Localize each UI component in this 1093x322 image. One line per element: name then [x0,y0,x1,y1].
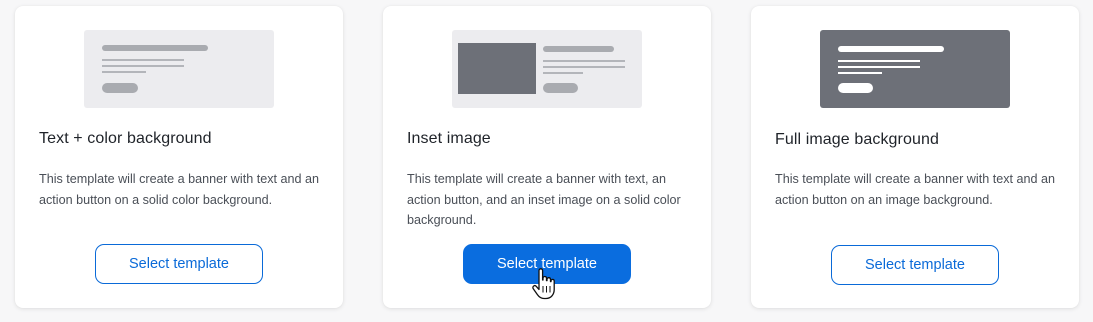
hand-pointer-icon [532,268,555,300]
thumbnail-button-placeholder [543,83,578,93]
thumbnail-headline-placeholder [543,46,614,52]
template-card-full-image: Full image background This template will… [751,6,1079,308]
thumbnail-image-placeholder [458,43,536,94]
thumbnail-text-line [102,59,184,61]
inset-image-thumbnail [452,30,642,108]
thumbnail-headline-placeholder [838,46,944,52]
full-image-thumbnail [820,30,1010,108]
card-title: Text + color background [39,130,212,147]
thumbnail-text-line [838,72,882,74]
thumbnail-button-placeholder [102,83,138,93]
thumbnail-text-line [543,72,583,74]
text-color-thumbnail [84,30,274,108]
thumbnail-text-line [543,60,625,62]
template-card-inset-image: Inset image This template will create a … [383,6,711,308]
thumbnail-text-line [102,65,184,67]
thumbnail-text-line [102,71,146,73]
select-template-button[interactable]: Select template [95,244,263,284]
thumbnail-text-line [838,60,920,62]
thumbnail-text-line [543,66,625,68]
card-description: This template will create a banner with … [39,172,320,207]
thumbnail-button-placeholder [838,83,873,93]
card-title: Inset image [407,130,491,147]
thumbnail-headline-placeholder [102,45,208,51]
template-card-text-color: Text + color background This template wi… [15,6,343,308]
thumbnail-text-line [838,66,920,68]
card-description: This template will create a banner with … [407,172,681,227]
select-template-button[interactable]: Select template [831,245,999,285]
card-title: Full image background [775,131,939,148]
card-description: This template will create a banner with … [775,172,1056,207]
